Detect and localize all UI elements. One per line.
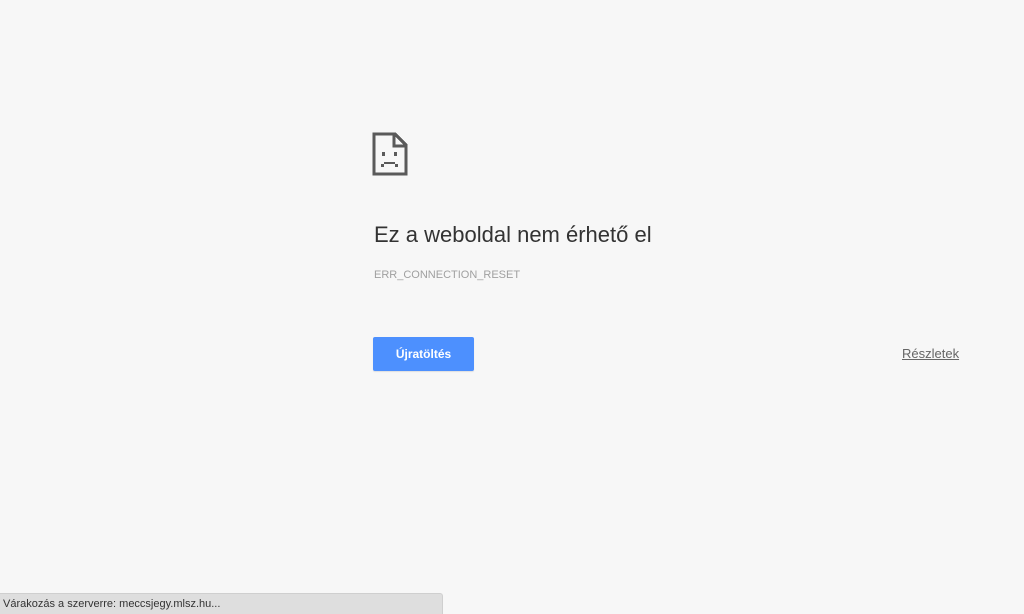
page-title: Ez a weboldal nem érhető el: [374, 222, 652, 247]
sad-page-icon: [372, 132, 408, 176]
error-page: Ez a weboldal nem érhető el ERR_CONNECTI…: [0, 0, 1024, 614]
status-bar: Várakozás a szerverre: meccsjegy.mlsz.hu…: [0, 593, 443, 614]
error-code: ERR_CONNECTION_RESET: [374, 269, 521, 281]
details-link[interactable]: Részletek: [902, 346, 959, 361]
reload-button[interactable]: Újratöltés: [373, 337, 474, 371]
